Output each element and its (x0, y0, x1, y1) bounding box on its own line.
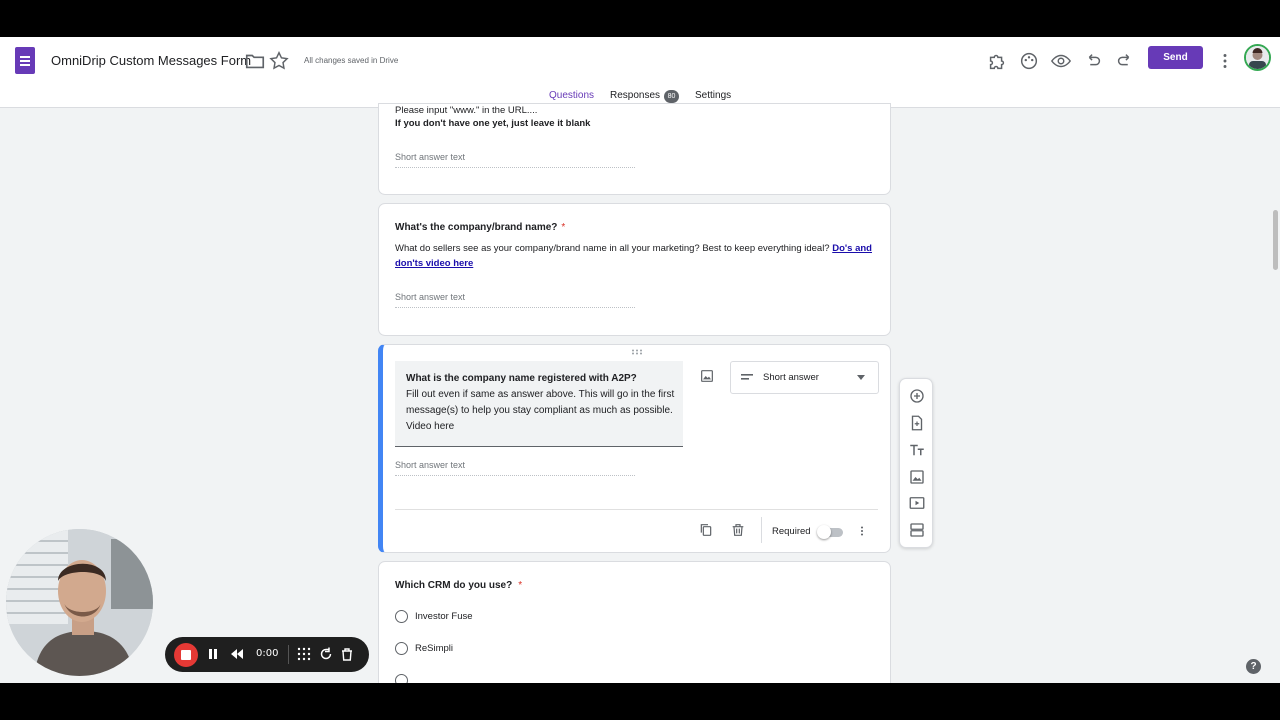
short-answer-field: Short answer text (395, 460, 635, 476)
responses-count-badge: 80 (664, 90, 679, 103)
required-toggle[interactable] (817, 525, 843, 539)
more-vert-icon[interactable] (1214, 50, 1236, 72)
question-title: What's the company/brand name? * (395, 222, 565, 233)
tab-responses[interactable]: Responses (610, 90, 660, 101)
radio-option-circle[interactable] (395, 642, 408, 655)
short-answer-field: Short answer text (395, 292, 635, 308)
question-type-label: Short answer (763, 372, 819, 383)
required-label: Required (772, 526, 811, 537)
question-description[interactable]: Fill out even if same as answer above. T… (406, 387, 678, 435)
toggle-knob (817, 525, 831, 539)
delete-icon[interactable] (730, 522, 746, 538)
radio-option-circle[interactable] (395, 610, 408, 623)
title-icon[interactable] (908, 441, 926, 459)
option-label[interactable]: ReSimpli (415, 643, 453, 654)
video-icon[interactable] (908, 494, 926, 512)
question-card-brand[interactable]: What's the company/brand name? * What do … (378, 203, 891, 336)
send-button[interactable]: Send (1148, 46, 1203, 69)
palette-icon[interactable] (1018, 50, 1040, 72)
radio-option-circle[interactable] (395, 674, 408, 683)
floating-toolbar (899, 378, 933, 548)
redo-icon[interactable] (1114, 50, 1136, 72)
stop-record-button[interactable] (174, 643, 198, 667)
description-text: What do sellers see as your company/bran… (395, 243, 830, 254)
question-description-bold: If you don't have one yet, just leave it… (395, 118, 591, 129)
drag-handle-icon[interactable] (631, 349, 643, 355)
addon-icon[interactable] (986, 50, 1008, 72)
question-card-a2p[interactable]: What is the company name registered with… (378, 344, 891, 553)
undo-icon[interactable] (1082, 50, 1104, 72)
restart-icon[interactable] (318, 646, 334, 662)
required-mark: * (561, 222, 566, 233)
short-answer-field: Short answer text (395, 152, 635, 168)
star-icon[interactable] (268, 50, 290, 72)
divider (395, 509, 878, 510)
preview-icon[interactable] (1050, 50, 1072, 72)
question-card-crm[interactable]: Which CRM do you use? * Investor Fuse ReS… (378, 561, 891, 683)
question-edit-area[interactable]: What is the company name registered with… (395, 361, 683, 447)
question-title-text: Which CRM do you use? (395, 580, 513, 591)
import-icon[interactable] (908, 414, 926, 432)
doc-title[interactable]: OmniDrip Custom Messages Form (51, 53, 251, 68)
tab-settings[interactable]: Settings (695, 90, 731, 101)
short-answer-icon (741, 374, 753, 380)
webcam-bubble[interactable] (6, 529, 153, 676)
more-vert-icon[interactable] (855, 523, 869, 539)
divider (288, 645, 289, 664)
image-icon[interactable] (699, 368, 715, 384)
add-question-icon[interactable] (908, 387, 926, 405)
forms-editor: OmniDrip Custom Messages Form All change… (0, 37, 1280, 683)
avatar-image (1246, 46, 1269, 69)
pause-icon[interactable] (205, 646, 221, 662)
folder-icon[interactable] (244, 50, 266, 72)
dropdown-arrow-icon (857, 375, 865, 380)
question-title-text: What's the company/brand name? (395, 222, 558, 233)
scrollbar[interactable] (1273, 210, 1278, 270)
required-mark: * (518, 580, 523, 591)
avatar[interactable] (1244, 44, 1271, 71)
trash-icon[interactable] (339, 646, 355, 662)
question-title: Which CRM do you use? * (395, 580, 522, 591)
webcam-person-image (6, 529, 153, 676)
question-type-select[interactable]: Short answer (730, 361, 879, 394)
draw-icon[interactable] (296, 646, 312, 662)
recorder-controls: 0:00 (165, 637, 369, 672)
section-icon[interactable] (908, 521, 926, 539)
copy-icon[interactable] (698, 522, 714, 538)
option-label[interactable]: Investor Fuse (415, 611, 473, 622)
rewind-icon[interactable] (229, 646, 245, 662)
divider (761, 517, 762, 543)
save-status: All changes saved in Drive (304, 56, 399, 65)
question-title[interactable]: What is the company name registered with… (406, 373, 637, 384)
recording-timer: 0:00 (256, 648, 279, 659)
question-card-url[interactable]: Please input "www." in the URL.... If yo… (378, 103, 891, 195)
stop-icon (181, 650, 191, 660)
forms-logo[interactable] (15, 47, 35, 74)
help-button[interactable]: ? (1246, 659, 1261, 674)
top-bar: OmniDrip Custom Messages Form All change… (0, 37, 1280, 108)
question-description: What do sellers see as your company/bran… (395, 241, 875, 271)
add-image-icon[interactable] (908, 468, 926, 486)
tab-questions[interactable]: Questions (549, 90, 594, 101)
